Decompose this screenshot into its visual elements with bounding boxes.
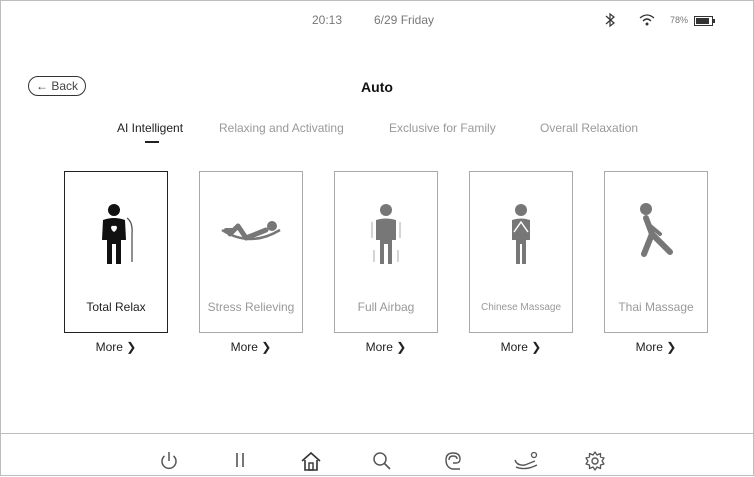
program-card-stress-relieving[interactable]: Stress Relieving — [199, 171, 303, 333]
more-link-chinese-massage[interactable]: More ❯ — [469, 340, 573, 354]
program-label: Total Relax — [86, 300, 146, 314]
power-icon[interactable] — [158, 450, 180, 472]
program-label: Stress Relieving — [207, 300, 295, 314]
category-tabs: AI Intelligent Relaxing and Activating E… — [0, 121, 754, 145]
more-link-total-relax[interactable]: More ❯ — [64, 340, 168, 354]
lunge-stretch-icon — [605, 200, 707, 270]
page-title: Auto — [361, 79, 393, 95]
namaste-person-icon — [470, 200, 572, 270]
program-label: Thai Massage — [618, 300, 694, 314]
settings-icon[interactable] — [584, 450, 606, 472]
program-label: Full Airbag — [357, 300, 415, 314]
program-card-full-airbag[interactable]: Full Airbag — [334, 171, 438, 333]
search-icon[interactable] — [371, 450, 393, 472]
battery-icon — [694, 15, 716, 29]
tab-relaxing-activating[interactable]: Relaxing and Activating — [219, 121, 344, 135]
body-heart-icon — [65, 200, 167, 270]
more-link-stress-relieving[interactable]: More ❯ — [199, 340, 303, 354]
program-card-total-relax[interactable]: Total Relax — [64, 171, 168, 333]
reclining-person-icon — [200, 200, 302, 270]
status-date: 6/29 Friday — [374, 13, 435, 27]
wifi-icon — [638, 12, 656, 31]
status-time: 20:13 — [312, 13, 343, 27]
status-bar: 20:13 6/29 Friday 78% — [0, 12, 754, 34]
program-card-thai-massage[interactable]: Thai Massage — [604, 171, 708, 333]
tab-exclusive-family[interactable]: Exclusive for Family — [389, 121, 496, 135]
battery-percentage: 78% — [670, 15, 689, 25]
tab-ai-intelligent[interactable]: AI Intelligent — [117, 121, 183, 143]
bluetooth-icon — [604, 12, 616, 31]
standing-airbag-icon — [335, 200, 437, 270]
more-link-thai-massage[interactable]: More ❯ — [604, 340, 708, 354]
program-label: Chinese Massage — [480, 302, 562, 313]
more-link-full-airbag[interactable]: More ❯ — [334, 340, 438, 354]
program-card-chinese-massage[interactable]: Chinese Massage — [469, 171, 573, 333]
footer-divider — [0, 433, 754, 434]
recline-icon[interactable] — [513, 450, 538, 472]
home-icon[interactable] — [300, 450, 322, 472]
pause-icon[interactable] — [229, 450, 251, 472]
tab-overall-relaxation[interactable]: Overall Relaxation — [540, 121, 638, 135]
hand-massage-icon[interactable] — [442, 450, 464, 472]
